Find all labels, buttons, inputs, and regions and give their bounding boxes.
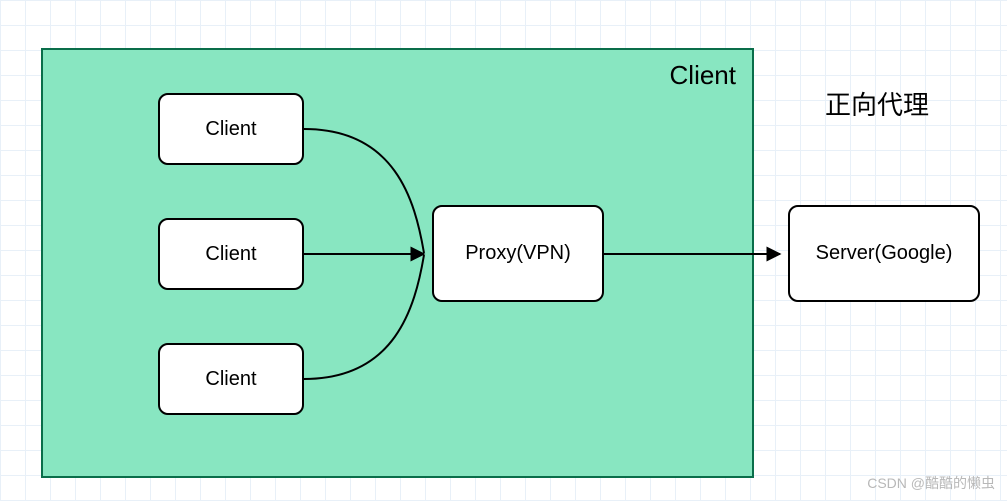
node-label: Client <box>205 243 256 266</box>
node-client-3: Client <box>158 343 304 415</box>
container-label: Client <box>670 60 736 91</box>
diagram-title: 正向代理 <box>825 85 929 122</box>
node-server: Server(Google) <box>788 205 980 302</box>
watermark: CSDN @酷酷的懒虫 <box>867 473 995 493</box>
client-container: Client <box>41 48 754 478</box>
node-client-2: Client <box>158 218 304 290</box>
node-label: Proxy(VPN) <box>465 242 571 265</box>
node-label: Client <box>205 368 256 391</box>
node-label: Server(Google) <box>816 242 953 265</box>
node-client-1: Client <box>158 93 304 165</box>
node-proxy: Proxy(VPN) <box>432 205 604 302</box>
node-label: Client <box>205 118 256 141</box>
